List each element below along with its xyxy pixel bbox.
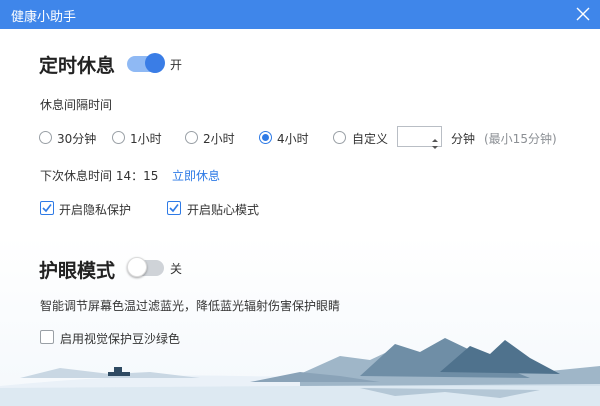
privacy-checkbox[interactable]: [40, 201, 54, 215]
rest-toggle[interactable]: [127, 53, 165, 73]
close-icon[interactable]: [574, 5, 592, 23]
radio-custom-label[interactable]: 自定义: [352, 130, 388, 147]
privacy-label[interactable]: 开启隐私保护: [59, 201, 131, 218]
rest-now-link[interactable]: 立即休息: [172, 167, 220, 184]
green-bg-checkbox[interactable]: [40, 330, 54, 344]
custom-unit-label: 分钟: [451, 132, 476, 146]
stepper-up-icon[interactable]: [431, 129, 439, 142]
radio-30min[interactable]: [39, 131, 52, 144]
rest-toggle-knob: [145, 53, 165, 73]
green-bg-label[interactable]: 启用视觉保护豆沙绿色: [60, 330, 180, 347]
eye-toggle-knob: [127, 257, 147, 277]
interval-label: 休息间隔时间: [40, 98, 113, 112]
radio-1hour[interactable]: [112, 131, 125, 144]
caring-mode-label[interactable]: 开启贴心模式: [187, 201, 259, 218]
radio-2hours-label[interactable]: 2小时: [203, 130, 235, 147]
caring-mode-checkbox[interactable]: [167, 201, 181, 215]
custom-min-hint: (最小15分钟): [484, 132, 557, 146]
radio-1hour-label[interactable]: 1小时: [130, 130, 162, 147]
window-title: 健康小助手: [11, 10, 77, 25]
radio-4hours-label[interactable]: 4小时: [277, 130, 309, 147]
radio-custom[interactable]: [333, 131, 346, 144]
eye-section-title: 护眼模式: [39, 260, 116, 282]
eye-toggle-label: 关: [170, 262, 183, 276]
eye-toggle[interactable]: [127, 257, 164, 277]
radio-30min-label[interactable]: 30分钟: [57, 130, 96, 147]
custom-minutes-stepper[interactable]: [397, 126, 442, 149]
title-bar: 健康小助手: [0, 0, 600, 29]
rest-section-title: 定时休息: [39, 55, 116, 77]
eye-description: 智能调节屏幕色温过滤蓝光，降低蓝光辐射伤害保护眼睛: [40, 299, 341, 313]
stepper-down-icon[interactable]: [431, 136, 439, 149]
content-area: 定时休息 开 休息间隔时间 30分钟 1小时 2小时 4小时 自定义 分钟 (最…: [0, 29, 600, 406]
radio-4hours[interactable]: [259, 131, 272, 144]
next-rest-time: 下次休息时间 14：15: [40, 169, 159, 183]
stepper-arrows: [431, 129, 439, 149]
radio-2hours[interactable]: [185, 131, 198, 144]
rest-toggle-label: 开: [170, 58, 183, 72]
